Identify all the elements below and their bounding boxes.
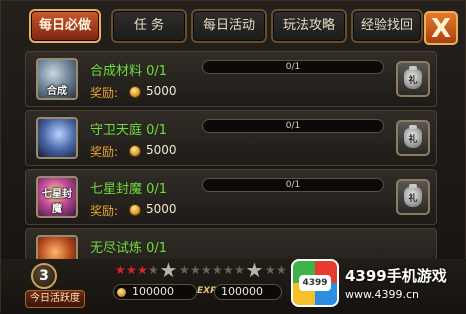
star-icon: ★ — [115, 263, 127, 277]
star-icon: ★ — [190, 263, 202, 277]
tab-daily-activities[interactable]: 每日活动 — [191, 9, 267, 43]
task-name: 七星封魔 0/1 — [90, 182, 168, 197]
star-icon: ★ — [137, 263, 149, 277]
dragon-guard-icon[interactable] — [36, 117, 78, 159]
exp-total-value: 100000 — [221, 285, 263, 298]
star-icon: ★ — [265, 263, 277, 277]
milestone-star-icon[interactable]: ★ — [159, 260, 179, 280]
activity-level-badge: 3 — [31, 263, 57, 289]
seven-star-seal-icon[interactable]: 七星封魔 — [36, 176, 78, 218]
task-progress-bar: 0/1 — [202, 119, 384, 133]
progress-text: 0/1 — [285, 62, 301, 72]
gift-bag-button[interactable]: 礼 — [396, 120, 430, 156]
task-row: 七星封魔 七星封魔 0/1 0/1 奖励: 5000 礼 — [25, 169, 437, 225]
task-name: 合成材料 0/1 — [90, 64, 168, 79]
tab-gameplay-guide[interactable]: 玩法攻略 — [271, 9, 347, 43]
coin-icon — [129, 145, 141, 157]
task-icon-label: 七星封魔 — [42, 189, 72, 215]
star-icon: ★ — [179, 263, 191, 277]
tab-tasks[interactable]: 任 务 — [111, 9, 187, 43]
gift-bag-char: 礼 — [408, 135, 418, 145]
activity-label: 今日活跃度 — [25, 290, 85, 308]
task-progress-bar: 0/1 — [202, 178, 384, 192]
task-name: 守卫天庭 0/1 — [90, 123, 168, 138]
watermark-url: www.4399.cn — [345, 288, 419, 301]
progress-text: 0/1 — [285, 121, 301, 131]
endless-trial-icon[interactable] — [36, 235, 78, 259]
task-name: 无尽试炼 0/1 — [90, 241, 168, 256]
reward-label: 奖励: — [90, 204, 119, 218]
gift-bag-char: 礼 — [408, 194, 418, 204]
gift-bag-button[interactable]: 礼 — [396, 179, 430, 215]
reward-label: 奖励: — [90, 86, 119, 100]
close-button[interactable]: X — [424, 11, 458, 45]
daily-task-window: 每日必做 任 务 每日活动 玩法攻略 经验找回 X 合成 合成材料 0/1 0/… — [0, 0, 466, 314]
watermark-title: 4399手机游戏 — [345, 267, 447, 285]
coin-icon — [129, 86, 141, 98]
tab-daily-must-do[interactable]: 每日必做 — [29, 9, 101, 43]
star-icon: ★ — [234, 263, 246, 277]
task-row: 守卫天庭 0/1 0/1 奖励: 5000 礼 — [25, 110, 437, 166]
progress-text: 0/1 — [285, 180, 301, 190]
reward-label: 奖励: — [90, 145, 119, 159]
coin-icon — [117, 288, 126, 297]
reward-amount: 5000 — [146, 84, 177, 98]
coin-icon — [129, 204, 141, 216]
task-row: 合成 合成材料 0/1 0/1 奖励: 5000 礼 — [25, 51, 437, 107]
gift-bag-icon: 礼 — [404, 125, 422, 148]
star-icon: ★ — [201, 263, 213, 277]
watermark-logo: 4399 — [291, 259, 339, 307]
star-icon: ★ — [126, 263, 138, 277]
gift-bag-icon: 礼 — [404, 184, 422, 207]
gift-bag-char: 礼 — [408, 76, 418, 86]
reward-amount: 5000 — [146, 202, 177, 216]
watermark-logo-text: 4399 — [299, 275, 331, 291]
coin-total-value: 100000 — [132, 285, 174, 298]
reward-amount: 5000 — [146, 143, 177, 157]
star-icon: ★ — [148, 263, 160, 277]
coin-total: 100000 — [113, 284, 197, 300]
gift-bag-button[interactable]: 礼 — [396, 61, 430, 97]
task-row: 无尽试炼 0/1 — [25, 228, 437, 259]
task-progress-bar: 0/1 — [202, 60, 384, 74]
star-icon: ★ — [212, 263, 224, 277]
synthesis-icon[interactable]: 合成 — [36, 58, 78, 100]
gift-bag-icon: 礼 — [404, 66, 422, 89]
task-list: 合成 合成材料 0/1 0/1 奖励: 5000 礼 守卫天庭 0/1 0/1 … — [25, 51, 437, 259]
exp-total: 100000 — [214, 284, 282, 300]
tab-exp-recovery[interactable]: 经验找回 — [351, 9, 423, 43]
star-icon: ★ — [223, 263, 235, 277]
star-icon: ★ — [276, 263, 288, 277]
task-icon-label: 合成 — [47, 86, 67, 97]
milestone-star-icon[interactable]: ★ — [245, 260, 265, 280]
